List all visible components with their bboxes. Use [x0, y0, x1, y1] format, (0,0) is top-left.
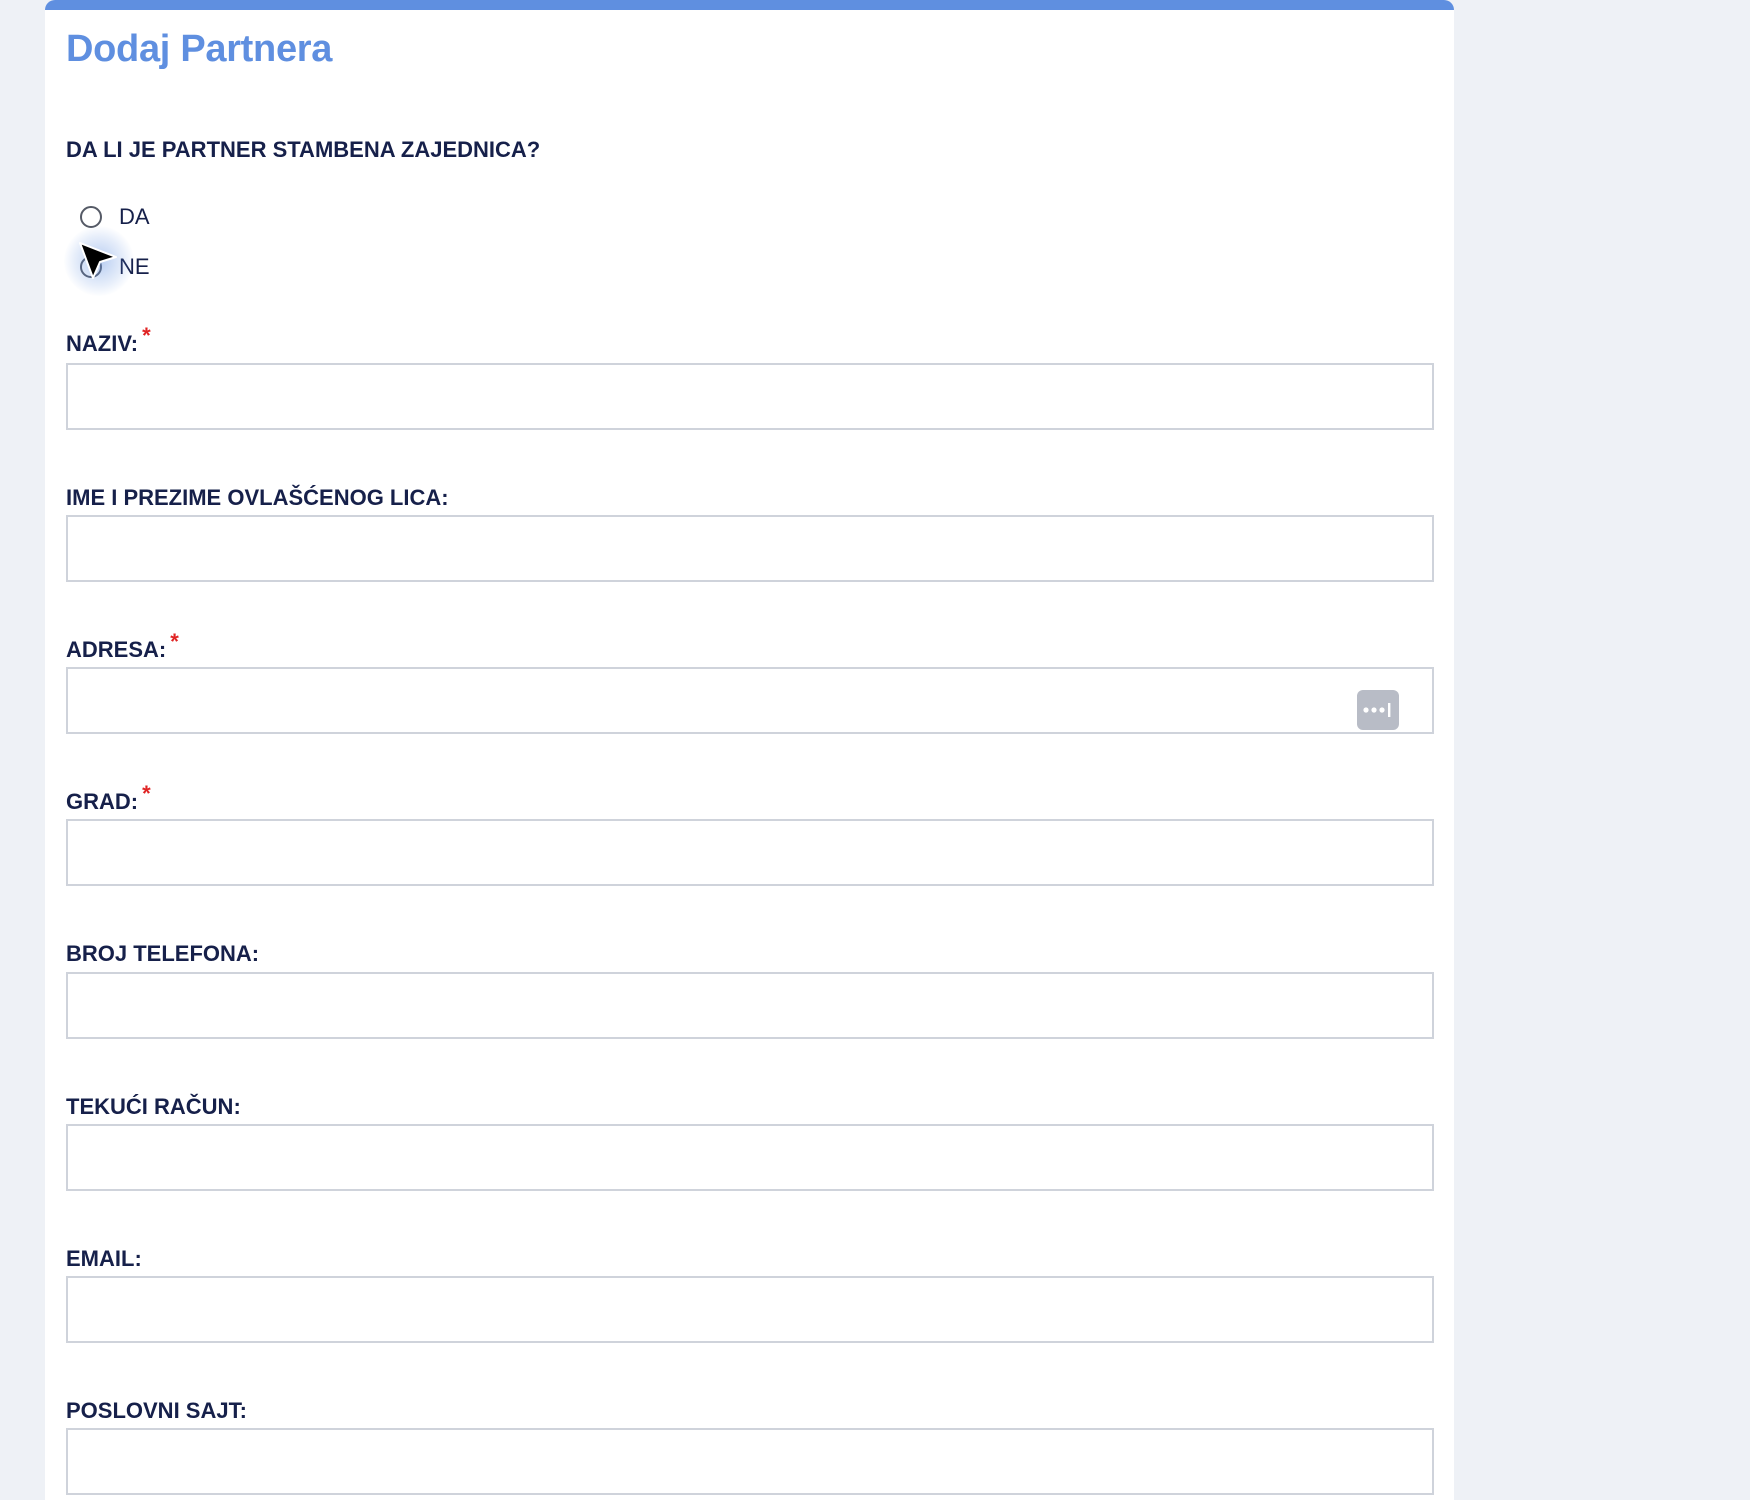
poslovni-sajt-label: POSLOVNI SAJT: — [66, 1398, 247, 1423]
naziv-label: NAZIV: * — [66, 323, 151, 357]
naziv-required-mark: * — [142, 323, 151, 348]
page-title: Dodaj Partnera — [66, 28, 333, 70]
radio-ne-label[interactable]: NE — [119, 254, 150, 280]
radio-da-circle[interactable] — [80, 206, 102, 228]
email-input[interactable] — [66, 1276, 1434, 1343]
dots-glyph — [1363, 703, 1391, 717]
naziv-label-text: NAZIV: — [66, 331, 139, 356]
grad-label: GRAD: * — [66, 781, 151, 815]
telefon-label: BROJ TELEFONA: — [66, 941, 260, 966]
radio-da-label[interactable]: DA — [119, 204, 150, 230]
grad-required-mark: * — [142, 781, 151, 806]
ovlasceno-lice-label: IME I PREZIME OVLAŠĆENOG LICA: — [66, 485, 449, 510]
radio-option-da[interactable]: DA — [80, 202, 150, 232]
tekuci-racun-input[interactable] — [66, 1124, 1434, 1191]
radio-ne-circle[interactable] — [80, 256, 102, 278]
adresa-label-text: ADRESA: — [66, 637, 167, 662]
more-dots-icon[interactable] — [1357, 690, 1399, 730]
ovlasceno-lice-input[interactable] — [66, 515, 1434, 582]
partner-type-question: DA LI JE PARTNER STAMBENA ZAJEDNICA? — [66, 137, 541, 162]
telefon-input[interactable] — [66, 972, 1434, 1039]
naziv-input[interactable] — [66, 363, 1434, 430]
add-partner-card: Dodaj Partnera DA LI JE PARTNER STAMBENA… — [45, 0, 1454, 1500]
adresa-input[interactable] — [66, 667, 1434, 734]
adresa-label: ADRESA: * — [66, 629, 179, 663]
grad-label-text: GRAD: — [66, 789, 139, 814]
adresa-required-mark: * — [170, 629, 179, 654]
poslovni-sajt-input[interactable] — [66, 1428, 1434, 1495]
radio-option-ne[interactable]: NE — [80, 252, 150, 282]
tekuci-racun-label: TEKUĆI RAČUN: — [66, 1094, 241, 1119]
grad-input[interactable] — [66, 819, 1434, 886]
email-label: EMAIL: — [66, 1246, 142, 1271]
